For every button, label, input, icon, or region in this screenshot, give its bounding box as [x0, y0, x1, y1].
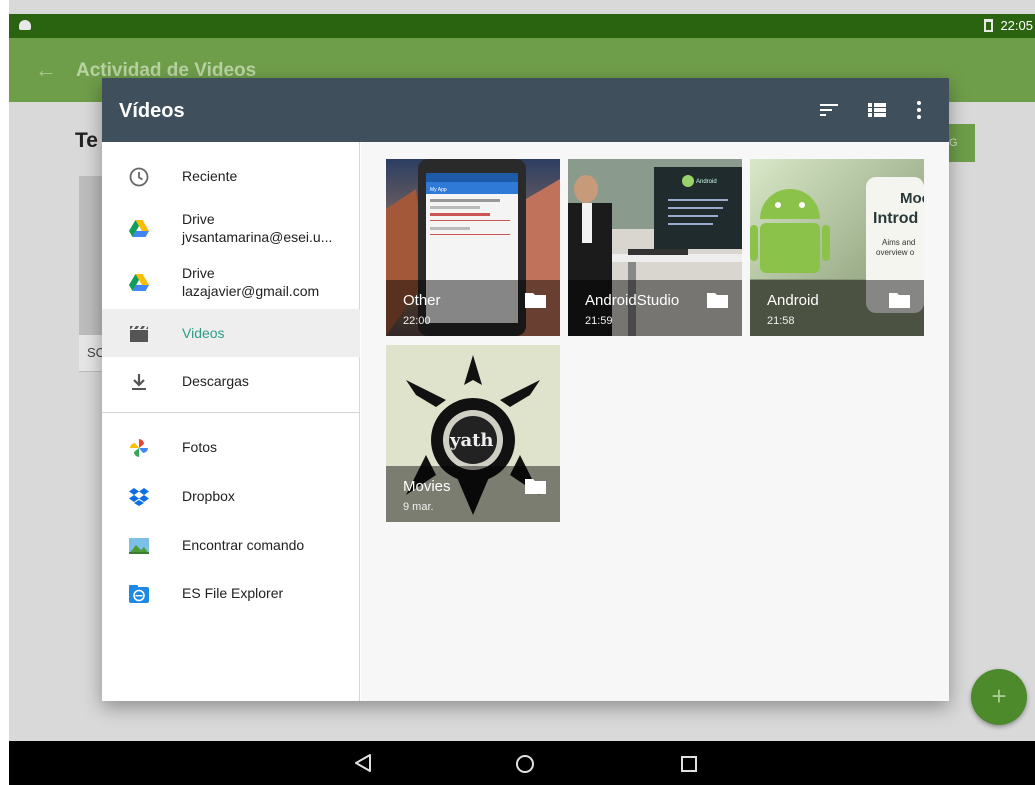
folder-name: Other — [403, 292, 441, 309]
drawer-item-account: jvsantamarina@esei.u... — [182, 229, 333, 245]
dropbox-icon — [129, 488, 149, 506]
folder-name: Android — [767, 292, 819, 309]
folder-date: 21:59 — [585, 315, 613, 327]
drawer-item-drive-jvsantamarina[interactable]: Drive jvsantamarina@esei.u... — [102, 204, 360, 252]
drawer-item-downloads[interactable]: Descargas — [102, 357, 360, 405]
drawer-item-find-command[interactable]: Encontrar comando — [102, 521, 360, 569]
thumb-studio-logo: Android — [696, 179, 717, 185]
navigation-bar — [9, 741, 1035, 785]
folder-caption: AndroidStudio 21:59 — [568, 280, 742, 336]
drawer-item-label: Descargas — [182, 373, 249, 389]
folder-tile-android[interactable]: Moc Introd Aims and overview o Android 2… — [750, 159, 924, 336]
clapperboard-icon — [130, 326, 148, 342]
sort-icon[interactable] — [817, 98, 841, 122]
folder-caption: Movies 9 mar. — [386, 466, 560, 522]
status-bar: 22:05 — [9, 14, 1035, 38]
gallery-image-icon — [129, 538, 149, 554]
status-time: 22:05 — [1000, 18, 1033, 33]
drawer-item-es-file-explorer[interactable]: ES File Explorer — [102, 569, 360, 617]
more-options-icon[interactable] — [907, 98, 931, 122]
google-drive-icon — [129, 220, 149, 237]
drawer-item-label: Videos — [182, 325, 225, 341]
file-picker-dialog: Vídeos Reciente Drive jvsantamarina@esei… — [102, 78, 949, 701]
folder-date: 9 mar. — [403, 501, 434, 513]
thumb-intro-line4: overview o — [876, 248, 915, 257]
drawer-item-account: lazajavier@gmail.com — [182, 283, 320, 299]
folder-caption: Other 22:00 — [386, 280, 560, 336]
android-notification-icon — [19, 20, 31, 30]
battery-icon — [984, 19, 993, 32]
folder-date: 21:58 — [767, 315, 795, 327]
nav-recents-icon[interactable] — [681, 756, 697, 772]
folder-icon — [525, 293, 546, 308]
folder-tile-other[interactable]: My App Other 22:00 — [386, 159, 560, 336]
folder-icon — [525, 479, 546, 494]
drawer-item-label: Dropbox — [182, 488, 235, 504]
dialog-toolbar: Vídeos — [102, 78, 949, 142]
drawer-item-videos[interactable]: Videos — [102, 309, 360, 357]
google-drive-icon — [129, 274, 149, 291]
drawer-item-title: Drive — [182, 265, 215, 281]
underlying-heading: Te — [75, 129, 98, 152]
folder-name: Movies — [403, 478, 451, 495]
drawer-item-recent[interactable]: Reciente — [102, 152, 360, 200]
thumb-intro-line2: Introd — [873, 210, 918, 227]
thumb-movie-title: yath — [449, 430, 494, 451]
download-icon — [132, 374, 146, 390]
folder-icon — [889, 293, 910, 308]
folder-tile-movies[interactable]: yath Movies 9 mar. — [386, 345, 560, 522]
drawer-item-dropbox[interactable]: Dropbox — [102, 472, 360, 520]
thumb-intro-line3: Aims and — [882, 238, 915, 247]
thumb-app-label: My App — [430, 187, 447, 193]
underlying-chip: G — [949, 124, 975, 162]
nav-back-icon[interactable] — [354, 753, 372, 773]
drawer-item-label: Reciente — [182, 168, 238, 184]
folder-icon — [707, 293, 728, 308]
folder-grid: My App Other 22:00 Android AndroidStudio… — [361, 142, 949, 701]
pinwheel-photos-icon — [130, 439, 148, 457]
drawer-divider — [102, 412, 360, 413]
drawer-item-drive-lazajavier[interactable]: Drive lazajavier@gmail.com — [102, 258, 360, 306]
roots-drawer: Reciente Drive jvsantamarina@esei.u... D… — [102, 142, 360, 701]
drawer-item-photos[interactable]: Fotos — [102, 423, 360, 471]
nav-home-icon[interactable] — [516, 755, 534, 773]
drawer-item-label: ES File Explorer — [182, 585, 284, 601]
es-file-explorer-icon — [129, 585, 149, 603]
folder-caption: Android 21:58 — [750, 280, 924, 336]
list-view-icon[interactable] — [865, 98, 889, 122]
drawer-item-label: Fotos — [182, 439, 218, 455]
back-arrow-icon[interactable]: ← — [35, 57, 57, 83]
drawer-item-label: Encontrar comando — [182, 537, 305, 553]
folder-date: 22:00 — [403, 315, 431, 327]
device-screen: 22:05 ← Actividad de Videos Te SC G + Ví… — [9, 0, 1035, 785]
drawer-item-title: Drive — [182, 211, 215, 227]
clock-icon — [129, 167, 149, 187]
folder-tile-androidstudio[interactable]: Android AndroidStudio 21:59 — [568, 159, 742, 336]
add-fab-button[interactable]: + — [971, 669, 1027, 725]
dialog-title: Vídeos — [119, 100, 185, 122]
folder-name: AndroidStudio — [585, 292, 680, 309]
thumb-intro-line1: Moc — [900, 190, 924, 207]
